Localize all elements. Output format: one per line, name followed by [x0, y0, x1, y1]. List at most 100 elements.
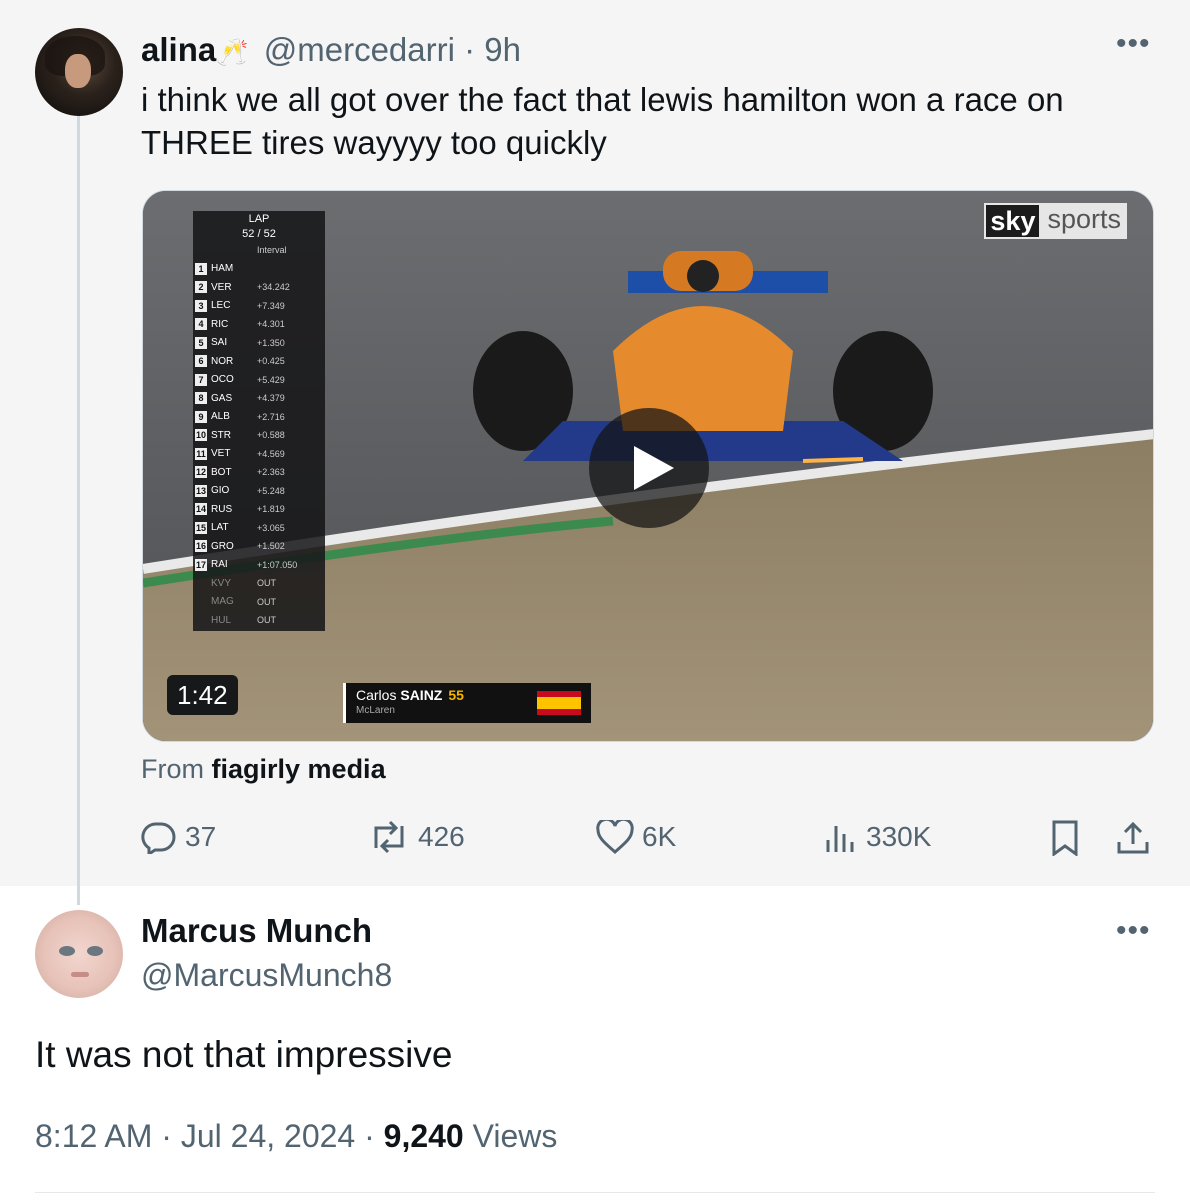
like-button[interactable]: 6K [596, 820, 676, 854]
driver-gap: +34.242 [257, 282, 290, 293]
standing-row: 10 STR +0.588 [193, 426, 325, 445]
tweet-time[interactable]: 9h [484, 31, 521, 68]
source-name[interactable]: fiagirly media [212, 754, 386, 784]
champagne-emoji: 🥂 [216, 37, 249, 67]
driver-number: 55 [448, 687, 464, 703]
standing-row: 15 LAT +3.065 [193, 519, 325, 538]
position-number: 13 [195, 484, 207, 497]
driver-status: OUT [257, 596, 276, 607]
standing-row: 1 HAM [193, 260, 325, 279]
repost-count: 426 [418, 821, 465, 852]
standing-row: 5 SAI +1.350 [193, 334, 325, 353]
driver-code: VER [211, 281, 232, 293]
reply-avatar[interactable] [35, 910, 123, 998]
driver-gap: +4.301 [257, 319, 285, 330]
lap-header: LAP [248, 213, 270, 225]
avatar[interactable] [35, 28, 123, 116]
reply-button[interactable]: 37 [141, 820, 216, 854]
driver-code: VET [211, 448, 231, 460]
driver-code: BOT [211, 466, 232, 478]
position-number: 14 [195, 503, 207, 516]
retired-row: KVY OUT [193, 574, 325, 593]
driver-code: OCO [211, 374, 234, 386]
play-button[interactable] [589, 408, 709, 528]
driver-code: STR [211, 429, 231, 441]
driver-code: GRO [211, 540, 234, 552]
position-number: 12 [195, 466, 207, 479]
driver-gap: +0.425 [257, 356, 285, 367]
share-button[interactable] [1115, 820, 1159, 856]
reply-author-handle[interactable]: @MarcusMunch8 [141, 957, 392, 994]
standing-row: 13 GIO +5.248 [193, 482, 325, 501]
reply-author-name[interactable]: Marcus Munch [141, 912, 372, 950]
driver-gap: +4.569 [257, 448, 285, 459]
thread-line [77, 115, 80, 905]
position-number: 3 [195, 299, 207, 312]
position-number: 16 [195, 540, 207, 553]
video-duration: 1:42 [167, 675, 238, 715]
sky-sports-logo: sky sports [984, 203, 1127, 239]
driver-gap: +1.819 [257, 504, 285, 515]
driver-gap: +5.429 [257, 374, 285, 385]
like-icon [596, 820, 634, 854]
reply-meta: 8:12 AM · Jul 24, 2024 · 9,240 Views [35, 1118, 558, 1154]
driver-code: GIO [211, 485, 230, 497]
driver-status: OUT [257, 578, 276, 589]
source-prefix: From [141, 754, 204, 784]
bookmark-button[interactable] [1050, 820, 1088, 856]
driver-code: RAI [211, 559, 228, 571]
standing-row: 14 RUS +1.819 [193, 500, 325, 519]
driver-code: RUS [211, 503, 233, 515]
views-button[interactable]: 330K [824, 820, 931, 854]
share-icon [1117, 821, 1149, 854]
reply-count: 37 [185, 821, 217, 852]
more-icon[interactable]: ••• [1116, 29, 1151, 59]
standing-row: 11 VET +4.569 [193, 445, 325, 464]
driver-gap: +1.502 [257, 541, 285, 552]
position-number: 9 [195, 410, 207, 423]
tweet-text: i think we all got over the fact that le… [141, 81, 1064, 161]
driver-code: LEC [211, 300, 231, 312]
position-number: 2 [195, 281, 207, 294]
driver-code: ALB [211, 411, 230, 423]
standing-row: 2 VER +34.242 [193, 278, 325, 297]
spain-flag-icon [537, 691, 581, 715]
driver-code: RIC [211, 318, 229, 330]
driver-last-name: SAINZ [400, 687, 443, 703]
standing-row: 8 GAS +4.379 [193, 389, 325, 408]
reply-icon [141, 822, 176, 854]
author-handle[interactable]: @mercedarri [264, 31, 455, 68]
reply-more-icon[interactable]: ••• [1116, 916, 1151, 946]
reply-views-count: 9,240 [383, 1118, 464, 1154]
view-count: 330K [866, 821, 932, 852]
like-count: 6K [642, 821, 677, 852]
parent-author-row: alina🥂 @mercedarri · 9h [141, 31, 521, 71]
author-name[interactable]: alina [141, 31, 216, 68]
driver-status: OUT [257, 615, 276, 626]
driver-gap: +5.248 [257, 485, 285, 496]
lap-standings-panel: LAP 52 / 52 Interval 1 HAM 2 VER +34.242 3 LEC +… [193, 211, 325, 631]
position-number: 11 [195, 447, 207, 460]
bookmark-icon [1052, 820, 1078, 856]
interval-header: Interval [257, 245, 287, 256]
driver-gap: +3.065 [257, 522, 285, 533]
reply-date[interactable]: Jul 24, 2024 [181, 1118, 355, 1154]
position-number: 1 [195, 262, 207, 275]
reply-views-label: Views [472, 1118, 558, 1154]
play-icon [634, 446, 674, 490]
retired-row: MAG OUT [193, 593, 325, 612]
driver-gap: +7.349 [257, 300, 285, 311]
repost-button[interactable]: 426 [368, 820, 465, 854]
reply-time[interactable]: 8:12 AM [35, 1118, 152, 1154]
video-player[interactable]: sky sports LAP 52 / 52 Interval 1 HAM 2 VER +… [142, 190, 1154, 742]
position-number: 4 [195, 318, 207, 331]
lap-count: 52 / 52 [242, 228, 276, 240]
driver-code: KVY [211, 577, 232, 589]
standing-row: 17 RAI +1:07.050 [193, 556, 325, 575]
reply-text: It was not that impressive [35, 1034, 453, 1075]
driver-gap: +4.379 [257, 393, 285, 404]
driver-gap: +0.588 [257, 430, 285, 441]
position-number: 17 [195, 558, 207, 571]
driver-code: GAS [211, 392, 233, 404]
driver-code: LAT [211, 522, 229, 534]
